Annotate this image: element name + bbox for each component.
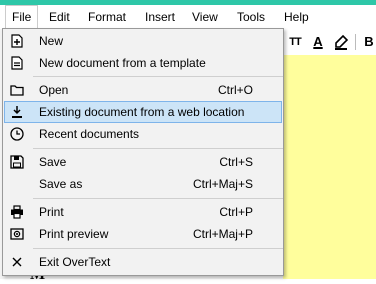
menu-item-save[interactable]: Save Ctrl+S — [4, 151, 282, 173]
menu-item-shortcut: Ctrl+O — [217, 83, 253, 97]
file-menu-dropdown: New New document from a template Open Ct… — [2, 28, 284, 276]
toolbar-divider — [355, 34, 356, 50]
menu-separator — [33, 248, 283, 249]
close-icon — [12, 257, 22, 267]
menu-format[interactable]: Format — [82, 5, 132, 29]
menu-help[interactable]: Help — [278, 5, 315, 29]
menu-item-label: Exit OverText — [39, 255, 111, 269]
menu-item-label: Save as — [39, 177, 83, 191]
text-color-button[interactable]: A — [308, 32, 328, 52]
menu-item-label: Print — [39, 205, 64, 219]
menu-item-save-as[interactable]: Save as Ctrl+Maj+S — [4, 173, 282, 195]
menu-item-new-from-template[interactable]: New document from a template — [4, 52, 282, 74]
formatting-toolbar: TT A B — [283, 29, 376, 55]
new-document-icon — [11, 34, 23, 48]
menu-item-label: Print preview — [39, 227, 109, 241]
folder-icon — [10, 85, 24, 96]
highlighter-icon — [335, 34, 349, 50]
menu-item-shortcut: Ctrl+Maj+S — [192, 177, 253, 191]
menu-item-recent-documents[interactable]: Recent documents — [4, 123, 282, 145]
menu-item-shortcut: Ctrl+Maj+P — [192, 227, 253, 241]
menu-separator — [33, 198, 283, 199]
menu-item-open[interactable]: Open Ctrl+O — [4, 79, 282, 101]
menu-item-label: Recent documents — [39, 127, 140, 141]
save-icon — [10, 155, 24, 169]
menu-item-exit[interactable]: Exit OverText — [4, 251, 282, 273]
template-icon — [11, 56, 23, 70]
menu-file[interactable]: File — [5, 5, 39, 29]
clock-icon — [10, 127, 24, 141]
highlight-button[interactable] — [331, 32, 351, 52]
menubar: File Edit Format Insert View Tools Help — [0, 5, 376, 29]
menu-item-label: Save — [39, 155, 67, 169]
menu-tools[interactable]: Tools — [231, 5, 271, 29]
menu-insert[interactable]: Insert — [139, 5, 181, 29]
bold-button[interactable]: B — [359, 32, 376, 52]
menu-separator — [33, 148, 283, 149]
menu-item-new[interactable]: New — [4, 30, 282, 52]
menu-edit[interactable]: Edit — [43, 5, 76, 29]
print-preview-icon — [10, 228, 24, 240]
menu-item-label: Open — [39, 83, 69, 97]
menu-item-print-preview[interactable]: Print preview Ctrl+Maj+P — [4, 223, 282, 245]
menu-item-print[interactable]: Print Ctrl+P — [4, 201, 282, 223]
menu-item-label: New — [39, 34, 64, 48]
document-page[interactable] — [283, 55, 376, 279]
menu-item-shortcut: Ctrl+S — [219, 155, 253, 169]
font-size-button[interactable]: TT — [285, 32, 305, 52]
menu-view[interactable]: View — [186, 5, 224, 29]
menu-item-open-web-location[interactable]: Existing document from a web location — [4, 101, 282, 123]
menu-item-shortcut: Ctrl+P — [219, 205, 253, 219]
menu-item-label: Existing document from a web location — [39, 105, 245, 119]
download-icon — [12, 106, 22, 118]
menu-item-label: New document from a template — [39, 56, 206, 70]
menu-separator — [33, 76, 283, 77]
printer-icon — [11, 205, 23, 219]
